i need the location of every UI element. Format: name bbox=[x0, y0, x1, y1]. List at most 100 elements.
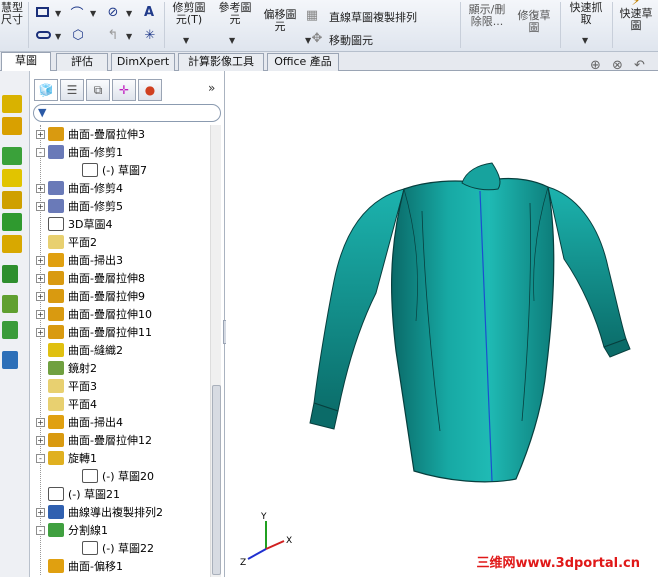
tree-node[interactable]: + 曲面-疊層拉伸8 bbox=[36, 269, 145, 287]
sketch-tool-icon[interactable] bbox=[2, 265, 18, 283]
tree-node[interactable]: + 曲面-疊層拉伸10 bbox=[36, 305, 152, 323]
dimxpert-manager-tab[interactable]: ✛ bbox=[112, 79, 136, 101]
sketch-tool-icon[interactable] bbox=[2, 95, 22, 113]
expand-plus-icon[interactable]: + bbox=[36, 417, 45, 427]
repair-sketch-button[interactable]: 修復草 圖 bbox=[514, 10, 554, 34]
trim-surface-icon bbox=[48, 145, 64, 159]
sketch-tool-icon[interactable] bbox=[2, 191, 22, 209]
polygon-icon[interactable]: ⬡ bbox=[70, 27, 86, 43]
expand-panel-icon[interactable]: » bbox=[208, 81, 215, 95]
tree-node[interactable]: (-) 草圖22 bbox=[70, 539, 154, 557]
offset-entities-button[interactable]: 偏移圖 元 bbox=[260, 9, 300, 33]
sketch-tool-icon[interactable] bbox=[2, 117, 22, 135]
rapid-sketch-button[interactable]: 快速草 圖 bbox=[614, 8, 658, 32]
rectangle-icon[interactable] bbox=[34, 5, 50, 19]
expand-plus-icon[interactable]: + bbox=[36, 129, 45, 139]
sketch-tool-icon[interactable] bbox=[2, 147, 22, 165]
filter-icon: ▼ bbox=[38, 106, 47, 119]
tree-node-label: 曲面-疊層拉伸8 bbox=[68, 272, 145, 285]
tree-node[interactable]: (-) 草圖7 bbox=[70, 161, 147, 179]
tree-node[interactable]: + 曲面-修剪5 bbox=[36, 197, 123, 215]
shirt-model[interactable]: Y X Z bbox=[226, 71, 658, 577]
slot-icon[interactable] bbox=[34, 28, 52, 42]
tab-sketch[interactable]: 草圖 bbox=[1, 52, 51, 72]
loft-surface-icon bbox=[48, 127, 64, 141]
loft-surface-icon bbox=[48, 325, 64, 339]
tree-node[interactable]: 平面4 bbox=[36, 395, 97, 413]
scrollbar-thumb[interactable] bbox=[212, 385, 221, 575]
fillet-icon[interactable]: ↰ bbox=[104, 27, 122, 43]
feature-manager-panel: 🧊 ☰ ⧉ ✛ ● » ▼ + 曲面-疊層拉伸3 - 曲面-修剪1 (-) 草圖7 + 曲面… bbox=[30, 71, 225, 577]
expand-plus-icon[interactable]: + bbox=[36, 291, 45, 301]
smart-dimension-button[interactable]: 慧型 尺寸 bbox=[0, 2, 26, 26]
move-entities-button[interactable]: 移動圖元 bbox=[329, 32, 373, 48]
tree-node[interactable]: 3D草圖4 bbox=[36, 215, 112, 233]
tab-dimxpert[interactable]: DimXpert bbox=[111, 53, 175, 71]
tree-node[interactable]: + 曲線導出複製排列2 bbox=[36, 503, 163, 521]
point-icon[interactable]: ✳ bbox=[142, 27, 158, 43]
collapse-minus-icon[interactable]: - bbox=[36, 147, 45, 157]
split-line-icon bbox=[48, 523, 64, 537]
tree-node[interactable]: + 曲面-疊層拉伸9 bbox=[36, 287, 145, 305]
trim-entities-button[interactable]: 修剪圖 元(T) bbox=[168, 2, 210, 26]
tree-node[interactable]: 平面2 bbox=[36, 233, 97, 251]
tree-node-label: 鏡射2 bbox=[68, 362, 97, 375]
text-icon[interactable]: A bbox=[140, 3, 158, 21]
tree-node-label: 分割線1 bbox=[68, 524, 108, 537]
tree-node-label: 曲面-疊層拉伸3 bbox=[68, 128, 145, 141]
sketch-tool-icon[interactable] bbox=[2, 235, 22, 253]
arc-icon[interactable]: ⌒ bbox=[68, 4, 86, 22]
tree-node[interactable]: + 曲面-掃出4 bbox=[36, 413, 123, 431]
property-manager-tab[interactable]: ☰ bbox=[60, 79, 84, 101]
plane-icon bbox=[48, 397, 64, 411]
collapse-minus-icon[interactable]: - bbox=[36, 525, 45, 535]
tree-node[interactable]: + 曲面-疊層拉伸12 bbox=[36, 431, 152, 449]
sketch-tool-icon[interactable] bbox=[2, 213, 22, 231]
linear-pattern-button[interactable]: 直線草圖複製排列 bbox=[329, 9, 417, 25]
expand-plus-icon[interactable]: + bbox=[36, 309, 45, 319]
tab-scanto3d[interactable]: 計算影像工具 bbox=[178, 53, 264, 71]
expand-plus-icon[interactable]: + bbox=[36, 273, 45, 283]
tree-node[interactable]: 平面3 bbox=[36, 377, 97, 395]
sketch-tool-icon[interactable] bbox=[2, 321, 18, 339]
expand-plus-icon[interactable]: + bbox=[36, 435, 45, 445]
sketch-tool-icon[interactable] bbox=[2, 169, 22, 187]
plane-icon bbox=[48, 379, 64, 393]
display-delete-relations-button[interactable]: 顯示/刪 除限... bbox=[464, 4, 510, 28]
tree-filter-input[interactable]: ▼ bbox=[33, 104, 221, 122]
expand-plus-icon[interactable]: + bbox=[36, 201, 45, 211]
display-manager-tab[interactable]: ● bbox=[138, 79, 162, 101]
tree-node[interactable]: 曲面-縫織2 bbox=[36, 341, 123, 359]
expand-plus-icon[interactable]: + bbox=[36, 183, 45, 193]
sketch-icon bbox=[48, 487, 64, 501]
spline-icon[interactable]: ⊘ bbox=[104, 3, 122, 21]
tree-node[interactable]: + 曲面-掃出3 bbox=[36, 251, 123, 269]
tree-node[interactable]: (-) 草圖21 bbox=[36, 485, 120, 503]
tree-node-label: 旋轉1 bbox=[68, 452, 97, 465]
tree-scrollbar[interactable] bbox=[210, 125, 221, 577]
expand-plus-icon[interactable]: + bbox=[36, 255, 45, 265]
expand-plus-icon[interactable]: + bbox=[36, 507, 45, 517]
graphics-area[interactable]: ⊕ ⊗ ↶ Y X Z 三维网www.3dportal.cn bbox=[226, 58, 658, 577]
tree-node[interactable]: - 曲面-修剪1 bbox=[36, 143, 123, 161]
tree-node[interactable]: - 旋轉1 bbox=[36, 449, 97, 467]
tab-evaluate[interactable]: 評估 bbox=[56, 53, 108, 71]
tree-node[interactable]: 曲面-偏移1 bbox=[36, 557, 123, 575]
tree-node[interactable]: (-) 草圖20 bbox=[70, 467, 154, 485]
feature-manager-tab[interactable]: 🧊 bbox=[34, 79, 58, 101]
expand-plus-icon[interactable]: + bbox=[36, 327, 45, 337]
rapid-sketch-icon: ⚡ bbox=[631, 0, 641, 9]
tree-node[interactable]: - 分割線1 bbox=[36, 521, 108, 539]
tree-node[interactable]: + 曲面-修剪4 bbox=[36, 179, 123, 197]
tree-node[interactable]: + 曲面-疊層拉伸3 bbox=[36, 125, 145, 143]
sketch-tool-icon[interactable] bbox=[2, 295, 18, 313]
triad-x-label: X bbox=[286, 536, 292, 546]
tree-node[interactable]: 鏡射2 bbox=[36, 359, 97, 377]
tab-office-products[interactable]: Office 產品 bbox=[267, 53, 339, 71]
collapse-minus-icon[interactable]: - bbox=[36, 453, 45, 463]
configuration-manager-tab[interactable]: ⧉ bbox=[86, 79, 110, 101]
tree-node[interactable]: + 曲面-疊層拉伸11 bbox=[36, 323, 152, 341]
sketch-tool-icon[interactable] bbox=[2, 351, 18, 369]
quick-snaps-button[interactable]: 快速抓 取 bbox=[564, 2, 608, 26]
convert-entities-button[interactable]: 參考圖 元 bbox=[212, 2, 258, 26]
